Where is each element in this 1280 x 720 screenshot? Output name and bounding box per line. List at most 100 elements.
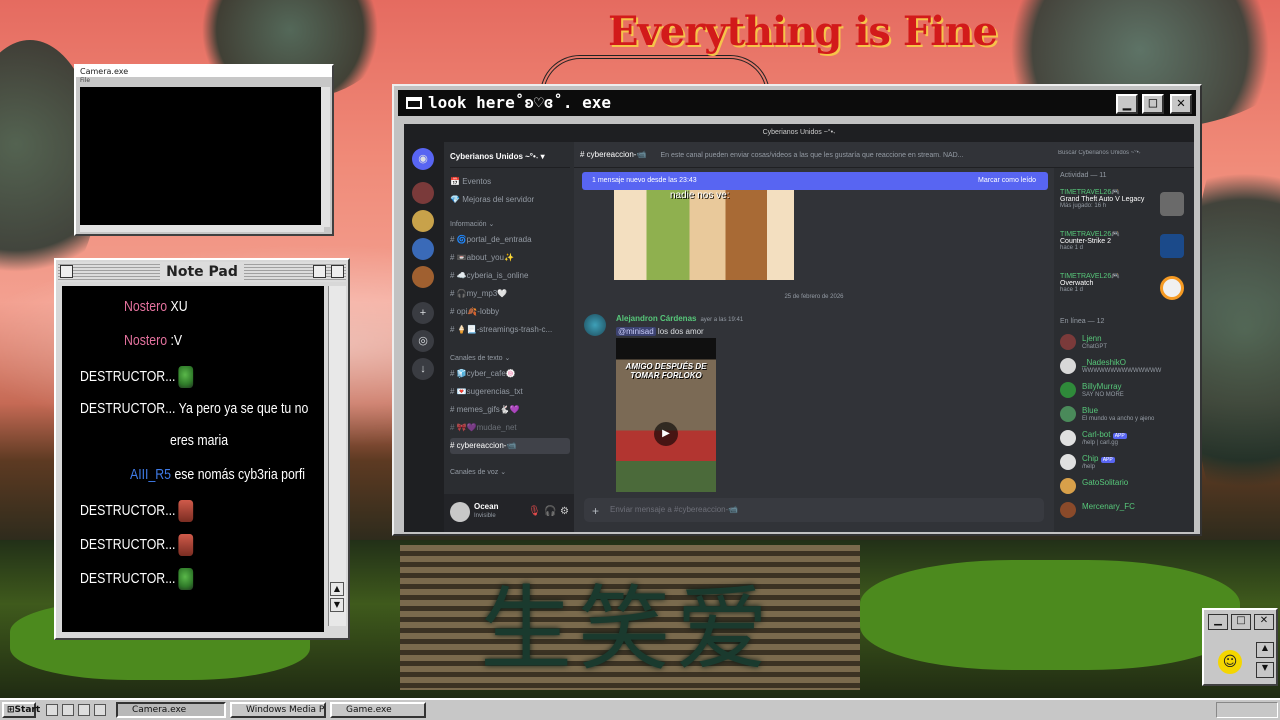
- member-item[interactable]: Carl-bot APP/help | carl.gg: [1060, 428, 1188, 450]
- notepad-window[interactable]: Note Pad Nostero XU Nostero :V DESTRUCTO…: [54, 258, 350, 640]
- channel-name: 🎧my_mp3🤍: [456, 289, 508, 298]
- main-window[interactable]: look here˚ʚ♡ɞ˚. exe ▁ □ ✕ Cyberianos Uni…: [392, 84, 1202, 536]
- channel-item[interactable]: # ☁️cyberia_is_online: [450, 268, 570, 284]
- system-tray[interactable]: [1216, 702, 1278, 718]
- category-text[interactable]: Canales de texto ⌄: [450, 354, 510, 362]
- chat-text: Ya pero ya se que tu no: [178, 400, 309, 417]
- taskbar-item-media-player[interactable]: Windows Media Pla: [230, 702, 326, 718]
- scroll-down-icon[interactable]: ▼: [1256, 662, 1274, 678]
- cs2-logo-icon: [1160, 234, 1184, 258]
- sidebar-item-events[interactable]: 📅 Eventos: [450, 174, 570, 190]
- chat-user: AIII_R5: [130, 466, 172, 483]
- scroll-down-icon[interactable]: ▼: [330, 598, 344, 612]
- channel-item[interactable]: # memes_gifs🐇💜: [450, 402, 570, 418]
- server-icon[interactable]: [412, 238, 434, 260]
- maximize-button[interactable]: □: [1142, 94, 1164, 114]
- minimize-button[interactable]: ▁: [1116, 94, 1138, 114]
- server-icon[interactable]: [412, 266, 434, 288]
- headphones-icon[interactable]: 🎧: [544, 506, 556, 517]
- channel-item[interactable]: # 🍦📃-streamings-trash-c...: [450, 322, 570, 338]
- quicklaunch-icon[interactable]: [46, 704, 58, 716]
- member-item[interactable]: Blue El mundo va ancho y ajeno: [1060, 404, 1188, 426]
- online-header: En línea — 12: [1060, 318, 1105, 325]
- quicklaunch-icon[interactable]: [62, 704, 74, 716]
- notepad-body[interactable]: Nostero XU Nostero :V DESTRUCTOR... DEST…: [62, 286, 324, 632]
- avatar[interactable]: [584, 314, 606, 336]
- small-window[interactable]: ▁ □ ✕ ☺ ▲ ▼: [1202, 608, 1278, 686]
- taskbar-item-camera[interactable]: Camera.exe: [116, 702, 226, 718]
- channel-item[interactable]: # 💌sugerencias_txt: [450, 384, 570, 400]
- download-icon[interactable]: ↓: [412, 358, 434, 380]
- mark-read-button[interactable]: Marcar como leído: [978, 172, 1036, 190]
- minimize-icon[interactable]: ▁: [1208, 614, 1228, 630]
- camera-hscroll[interactable]: [80, 225, 324, 232]
- camera-window[interactable]: Camera.exe File: [74, 64, 334, 236]
- mention[interactable]: @minisad: [616, 327, 656, 336]
- channel-item[interactable]: # 🎧my_mp3🤍: [450, 286, 570, 302]
- channel-item[interactable]: # 🎀💜mudae_net: [450, 420, 570, 436]
- server-icon[interactable]: [412, 210, 434, 232]
- quicklaunch-icon[interactable]: [78, 704, 90, 716]
- member-item[interactable]: GatoSolitario: [1060, 476, 1188, 498]
- channel-item[interactable]: # 🧊cyber_cafe🍥: [450, 366, 570, 382]
- channel-item-selected[interactable]: # cybereaccion-📹: [450, 438, 570, 454]
- play-icon[interactable]: ▶: [654, 422, 678, 446]
- add-attachment-icon[interactable]: +: [592, 504, 599, 518]
- notepad-titlebar[interactable]: Note Pad: [58, 262, 346, 282]
- server-icon[interactable]: [412, 182, 434, 204]
- taskbar: ⊞Start Camera.exe Windows Media Pla Game…: [0, 698, 1280, 720]
- message-input[interactable]: Enviar mensaje a #cybereaccion-📹: [584, 498, 1044, 522]
- main-titlebar[interactable]: look here˚ʚ♡ɞ˚. exe ▁ □ ✕: [398, 90, 1196, 116]
- member-status: WWWWWWWWWWWWWW: [1082, 368, 1162, 374]
- add-server-icon[interactable]: +: [412, 302, 434, 324]
- zoom-box-icon[interactable]: [313, 265, 326, 278]
- discord-app[interactable]: Cyberianos Unidos ~°•˖ ◉ + ◎ ↓ Cyberiano…: [404, 124, 1194, 532]
- scroll-up-icon[interactable]: ▲: [330, 582, 344, 596]
- avatar[interactable]: [450, 502, 470, 522]
- camera-menu-file[interactable]: File: [76, 77, 332, 85]
- chat-text: XU: [170, 298, 188, 315]
- attachment-image[interactable]: nadie nos ve:: [614, 190, 794, 280]
- settings-gear-icon[interactable]: ⚙: [560, 506, 569, 517]
- channel-item[interactable]: # 📼about_you✨: [450, 250, 570, 266]
- taskbar-item-game[interactable]: Game.exe: [330, 702, 426, 718]
- category-voice[interactable]: Canales de voz ⌄: [450, 468, 506, 476]
- message-author[interactable]: Alejandron Cárdenas ayer a las 19:41: [616, 314, 743, 323]
- start-button[interactable]: ⊞Start: [2, 702, 40, 718]
- collapse-box-icon[interactable]: [331, 265, 344, 278]
- close-icon[interactable]: ✕: [1254, 614, 1274, 630]
- activity-card[interactable]: TIMETRAVEL26🎮 Overwatch hace 1 d: [1060, 272, 1188, 308]
- face-emote-icon: [178, 534, 194, 556]
- maximize-icon[interactable]: □: [1231, 614, 1251, 630]
- search-input[interactable]: Buscar Cyberianos Unidos ~°•˖: [1058, 150, 1178, 162]
- member-item[interactable]: BillyMurray SAY NO MORE: [1060, 380, 1188, 402]
- close-box-icon[interactable]: [60, 265, 73, 278]
- close-button[interactable]: ✕: [1170, 94, 1192, 114]
- activity-card[interactable]: TIMETRAVEL26🎮 Counter-Strike 2 hace 1 d: [1060, 230, 1188, 266]
- video-attachment[interactable]: AMIGO DESPUÉS DE TOMAR FORLOKO ▶: [616, 338, 716, 492]
- message-body: los dos amor: [657, 327, 704, 336]
- camera-title[interactable]: Camera.exe: [76, 66, 332, 77]
- member-item[interactable]: _NadeshikO WWWWWWWWWWWWWW: [1060, 356, 1188, 378]
- camera-vscroll[interactable]: [321, 87, 330, 227]
- server-name[interactable]: Cyberianos Unidos ~°•˖ ▾: [450, 146, 570, 168]
- category-info[interactable]: Información ⌄: [450, 220, 494, 228]
- scroll-up-icon[interactable]: ▲: [1256, 642, 1274, 658]
- explore-icon[interactable]: ◎: [412, 330, 434, 352]
- mute-icon[interactable]: 🎙: [528, 506, 541, 517]
- channel-item[interactable]: # opi🍂-lobby: [450, 304, 570, 320]
- channel-name: 🧊cyber_cafe🍥: [456, 369, 516, 378]
- activity-card[interactable]: TIMETRAVEL26🎮 Grand Theft Auto V Legacy …: [1060, 188, 1188, 224]
- channel-item[interactable]: # 🌀portal_de_entrada: [450, 232, 570, 248]
- quicklaunch-icon[interactable]: [94, 704, 106, 716]
- notepad-scrollbar[interactable]: ▲ ▼: [328, 286, 346, 626]
- member-item[interactable]: Mercenary_FC: [1060, 500, 1188, 522]
- sidebar-item-boosts[interactable]: 💎 Mejoras del servidor: [450, 192, 570, 208]
- desktop-banner: Everything is Fine: [608, 8, 998, 55]
- discord-home-icon[interactable]: ◉: [412, 148, 434, 170]
- member-item[interactable]: Chip APP/help: [1060, 452, 1188, 474]
- new-messages-bar[interactable]: 1 mensaje nuevo desde las 23:43 Marcar co…: [582, 172, 1048, 190]
- message-time: ayer a las 19:41: [700, 317, 744, 323]
- member-item[interactable]: Ljenn ChatGPT: [1060, 332, 1188, 354]
- user-panel[interactable]: Ocean Invisible 🎙 🎧 ⚙: [444, 494, 574, 532]
